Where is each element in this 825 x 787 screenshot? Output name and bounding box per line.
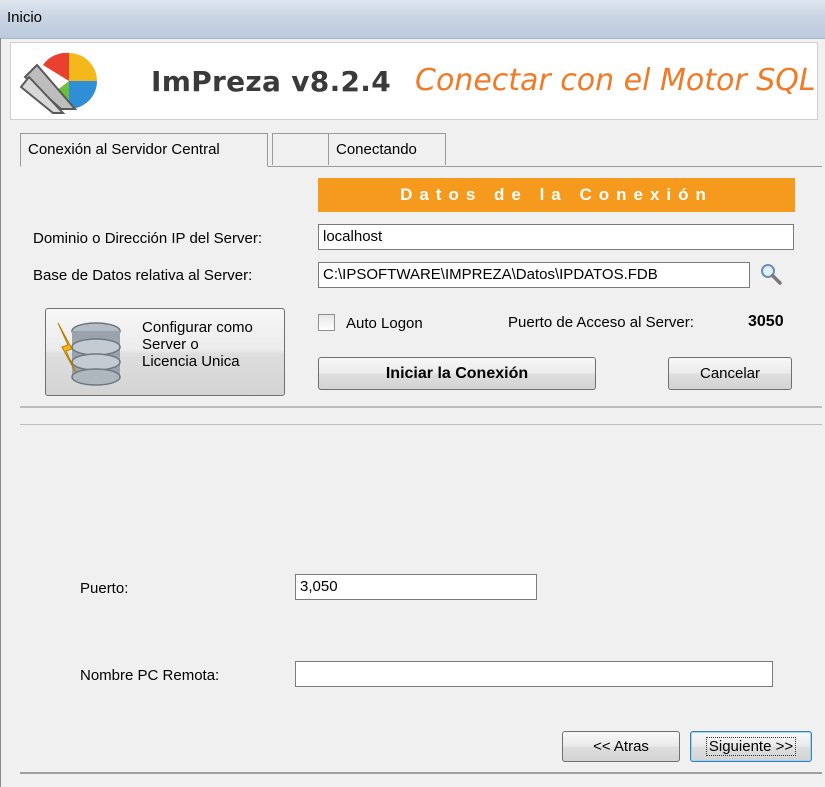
database-label: Base de Datos relativa al Server: <box>33 267 253 284</box>
search-icon[interactable] <box>760 263 782 285</box>
configure-server-label: Configurar como Server o Licencia Unica <box>142 319 253 370</box>
domain-input[interactable]: localhost <box>318 224 794 250</box>
database-icon <box>57 322 121 386</box>
app-subtitle: Conectar con el Motor SQL <box>415 63 816 98</box>
app-logo-icon <box>19 52 97 114</box>
next-button[interactable]: Siguiente >> <box>690 731 812 762</box>
auto-logon-checkbox[interactable] <box>318 314 335 331</box>
auto-logon-label: Auto Logon <box>346 315 423 332</box>
tab-conectando[interactable]: Conectando <box>328 133 446 165</box>
database-path-input[interactable]: C:\IPSOFTWARE\IMPREZA\Datos\IPDATOS.FDB <box>318 262 750 288</box>
window-border <box>0 38 1 787</box>
port-access-label: Puerto de Acceso al Server: <box>508 314 694 331</box>
tab-conexion-servidor[interactable]: Conexión al Servidor Central <box>20 133 268 167</box>
app-header: ImPreza v8.2.4 Conectar con el Motor SQL <box>10 42 818 120</box>
next-button-label: Siguiente >> <box>705 737 797 756</box>
remote-pc-label: Nombre PC Remota: <box>80 667 220 684</box>
port-input[interactable]: 3,050 <box>295 574 537 600</box>
domain-label: Dominio o Dirección IP del Server: <box>33 230 262 247</box>
app-name: ImPreza v8.2.4 <box>151 65 392 98</box>
start-connection-button[interactable]: Iniciar la Conexión <box>318 357 596 390</box>
port-label: Puerto: <box>80 580 129 597</box>
tab-blank[interactable] <box>272 133 332 165</box>
section-banner: Datos de la Conexión <box>318 178 795 212</box>
configure-server-button[interactable]: Configurar como Server o Licencia Unica <box>45 308 285 396</box>
window-title: Inicio <box>7 9 43 26</box>
cancel-button[interactable]: Cancelar <box>668 357 792 390</box>
remote-pc-input[interactable] <box>295 661 773 687</box>
port-access-value: 3050 <box>748 313 784 330</box>
title-bar: Inicio <box>0 0 825 39</box>
back-button[interactable]: << Atras <box>562 731 680 762</box>
